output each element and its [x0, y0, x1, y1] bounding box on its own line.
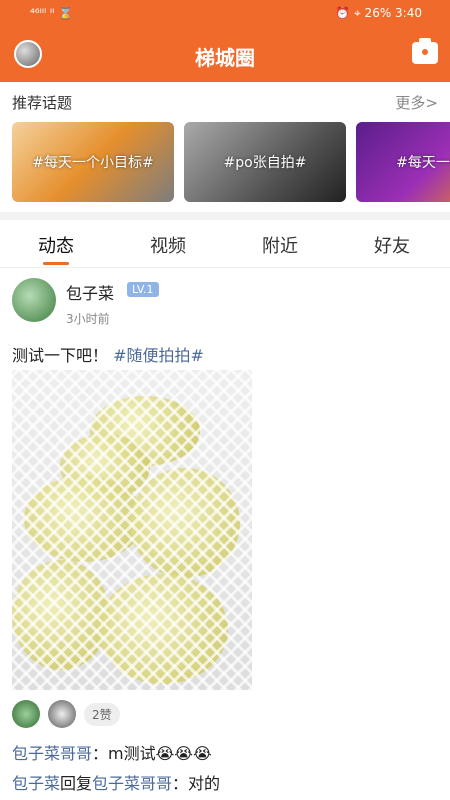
- app-header: ⁴⁶ᴵᴵˡ ᴵᴵ ⌛ ⏰ ⌖ 26% 3:40 梯城圈: [0, 0, 450, 82]
- comment: 包子菜哥哥：m测试😭😭😭: [12, 740, 212, 764]
- status-bar: ⁴⁶ᴵᴵˡ ᴵᴵ ⌛ ⏰ ⌖ 26% 3:40: [0, 0, 450, 28]
- more-link[interactable]: 更多>: [395, 92, 438, 113]
- like-count[interactable]: 2赞: [84, 702, 120, 726]
- avatar[interactable]: [48, 700, 76, 728]
- comment-author[interactable]: 包子菜哥哥: [12, 744, 92, 763]
- camera-icon[interactable]: [412, 38, 438, 64]
- nav-bar: 梯城圈: [0, 28, 450, 82]
- tab-dynamic[interactable]: 动态: [38, 232, 74, 258]
- likes-row: 2赞: [12, 700, 120, 728]
- page-title: 梯城圈: [195, 46, 255, 70]
- status-left: ⁴⁶ᴵᴵˡ ᴵᴵ ⌛: [30, 6, 73, 20]
- comment: 包子菜回复包子菜哥哥：对的: [12, 770, 220, 794]
- comment-author[interactable]: 包子菜: [12, 774, 60, 793]
- topic-card[interactable]: #每天一条微: [356, 122, 450, 202]
- topic-label: #po张自拍#: [223, 155, 307, 171]
- post-username[interactable]: 包子菜: [66, 280, 114, 304]
- topics-title: 推荐话题: [12, 94, 73, 112]
- avatar[interactable]: [12, 278, 56, 322]
- tab-nearby[interactable]: 附近: [262, 232, 298, 258]
- recommended-topics: 推荐话题 更多> #每天一个小目标# #po张自拍# #每天一条微: [0, 82, 450, 212]
- reply-to-user[interactable]: 包子菜哥哥: [92, 774, 172, 793]
- avatar[interactable]: [12, 700, 40, 728]
- post-body: 测试一下吧！: [12, 346, 109, 365]
- status-icons-left: ⁴⁶ᴵᴵˡ ᴵᴵ ⌛: [30, 6, 74, 20]
- post-tag[interactable]: #随便拍拍#: [113, 346, 204, 365]
- post-image[interactable]: [12, 370, 252, 690]
- topic-label: #每天一条微: [396, 155, 450, 171]
- topic-cards: #每天一个小目标# #po张自拍# #每天一条微: [12, 122, 450, 202]
- level-badge: LV.1: [127, 282, 159, 297]
- tab-video[interactable]: 视频: [150, 232, 186, 258]
- topic-card[interactable]: #po张自拍#: [184, 122, 346, 202]
- tab-friends[interactable]: 好友: [374, 232, 410, 258]
- section-divider: [0, 212, 450, 220]
- status-right: ⏰ ⌖ 26% 3:40: [335, 6, 422, 21]
- active-tab-indicator: [43, 262, 69, 265]
- post-text: 测试一下吧！ #随便拍拍#: [12, 342, 204, 366]
- topic-label: #每天一个小目标#: [32, 155, 154, 171]
- feed-tabs: 动态 视频 附近 好友: [0, 220, 450, 268]
- post-time: 3小时前: [66, 312, 110, 326]
- topic-card[interactable]: #每天一个小目标#: [12, 122, 174, 202]
- comment-text: ：对的: [172, 774, 221, 793]
- feed-post: 包子菜 LV.1 3小时前 测试一下吧！ #随便拍拍# 2赞 包子菜哥哥：m测试…: [0, 268, 450, 800]
- reply-word: 回复: [60, 774, 93, 793]
- status-icons-right: ⏰ ⌖ 26% 3:40: [335, 6, 422, 20]
- comment-text: ：m测试😭😭😭: [92, 744, 212, 763]
